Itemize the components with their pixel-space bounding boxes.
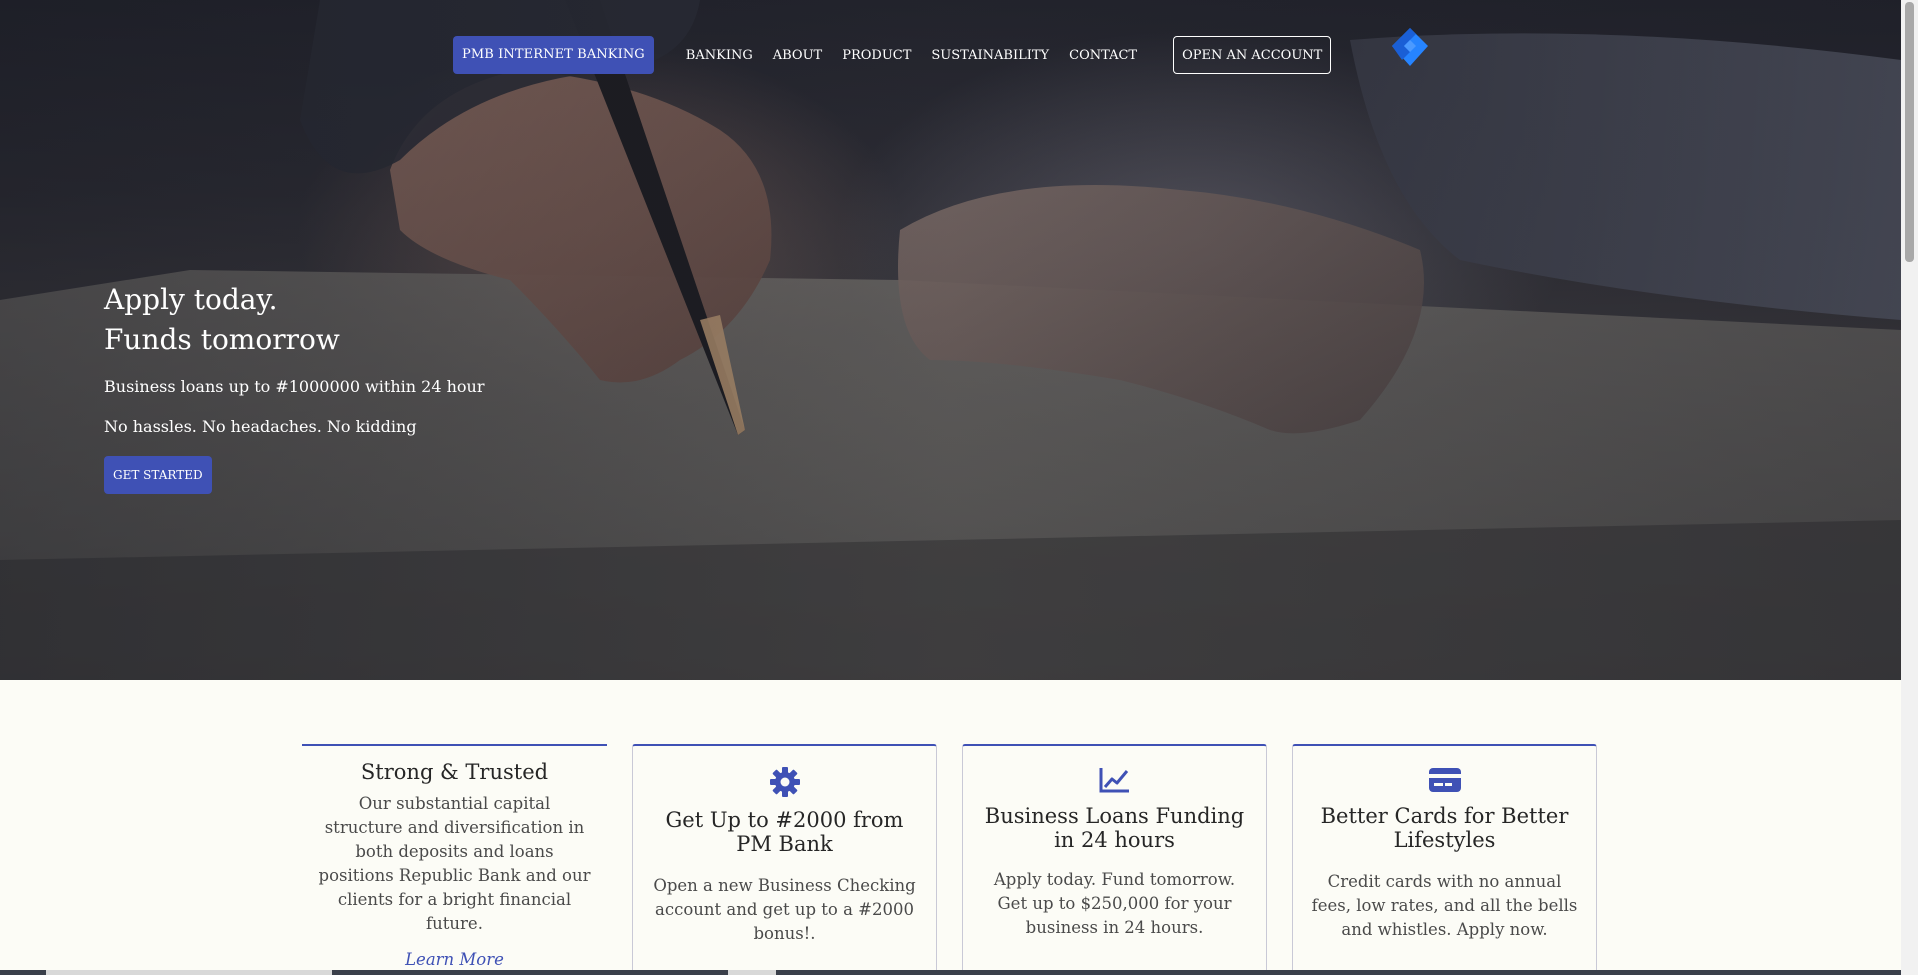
features-section: Strong & Trusted Our substantial capital… xyxy=(302,744,1597,975)
hero-subtitle-hassles: No hassles. No headaches. No kidding xyxy=(104,417,417,436)
chart-line-icon xyxy=(1099,768,1129,793)
learn-more-link[interactable]: Learn More xyxy=(405,950,504,969)
hero-subtitle-loans: Business loans up to #1000000 within 24 … xyxy=(104,377,485,396)
feature-strong-trusted: Strong & Trusted Our substantial capital… xyxy=(302,744,607,975)
vertical-scrollbar[interactable] xyxy=(1901,0,1918,975)
hero-section: PMB INTERNET BANKING BANKING ABOUT PRODU… xyxy=(0,0,1901,680)
hero-text: Apply today. Funds tomorrow Business loa… xyxy=(104,280,484,494)
get-started-button[interactable]: GET STARTED xyxy=(104,456,212,494)
nav-link-product[interactable]: PRODUCT xyxy=(842,48,911,63)
feature-text: Credit cards with no annual fees, low ra… xyxy=(1311,872,1578,939)
nav-links: BANKING ABOUT PRODUCT SUSTAINABILITY CON… xyxy=(686,48,1137,63)
top-nav: PMB INTERNET BANKING BANKING ABOUT PRODU… xyxy=(453,36,1332,74)
feature-text: Apply today. Fund tomorrow. Get up to $2… xyxy=(993,870,1236,937)
feature-bonus: Get Up to #2000 from PM Bank Open a new … xyxy=(632,744,937,975)
bottom-strip xyxy=(0,970,1901,975)
feature-title: Get Up to #2000 from PM Bank xyxy=(665,808,904,856)
feature-text: Our substantial capital structure and di… xyxy=(318,794,591,933)
feature-business-loans: Business Loans Funding in 24 hours Apply… xyxy=(962,744,1267,975)
feature-title: Strong & Trusted xyxy=(360,760,549,784)
nav-link-sustainability[interactable]: SUSTAINABILITY xyxy=(931,48,1049,63)
feature-better-cards: Better Cards for Better Lifestyles Credi… xyxy=(1292,744,1597,975)
nav-link-about[interactable]: ABOUT xyxy=(773,48,822,63)
hero-title-line1: Apply today. xyxy=(104,283,278,316)
feature-title: Better Cards for Better Lifestyles xyxy=(1320,804,1569,852)
credit-card-icon xyxy=(1428,768,1461,792)
diamond-logo-icon[interactable] xyxy=(1390,26,1430,68)
brand-button[interactable]: PMB INTERNET BANKING xyxy=(453,36,654,74)
nav-link-contact[interactable]: CONTACT xyxy=(1069,48,1137,63)
hero-title: Apply today. Funds tomorrow xyxy=(104,280,484,360)
hero-title-line2: Funds tomorrow xyxy=(104,323,340,356)
feature-text: Open a new Business Checking account and… xyxy=(653,876,916,943)
scrollbar-thumb[interactable] xyxy=(1905,2,1914,262)
feature-title: Business Loans Funding in 24 hours xyxy=(984,804,1245,852)
open-account-button[interactable]: OPEN AN ACCOUNT xyxy=(1173,36,1332,74)
gear-icon xyxy=(769,767,800,797)
nav-link-banking[interactable]: BANKING xyxy=(686,48,753,63)
